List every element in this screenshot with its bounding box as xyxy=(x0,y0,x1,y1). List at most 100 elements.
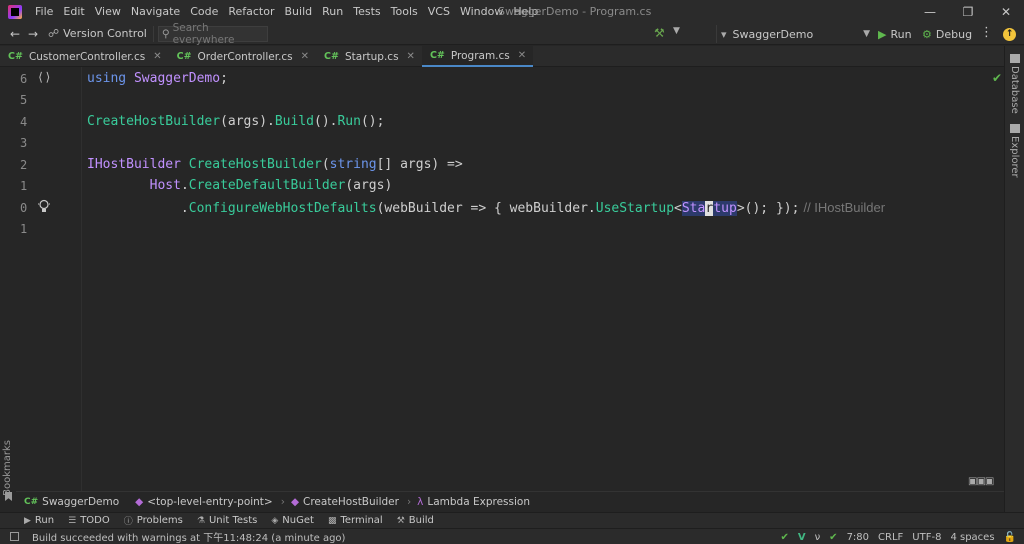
lambda-icon: λ xyxy=(417,495,424,508)
close-icon[interactable]: ✕ xyxy=(988,0,1024,23)
code-line: IHostBuilder CreateHostBuilder(string[] … xyxy=(87,157,463,172)
menu-tests[interactable]: Tests xyxy=(348,0,385,23)
line-number-gutter[interactable]: 6 5 4 3 2 1 0 1 xyxy=(0,67,82,491)
explorer-tool-tab[interactable]: Explorer xyxy=(1009,136,1020,178)
breadcrumb-item[interactable]: ◆ CreateHostBuilder › xyxy=(291,496,411,508)
caret-position[interactable]: 7:80 xyxy=(847,532,869,543)
database-icon xyxy=(1010,54,1020,63)
forward-arrow-icon[interactable]: → xyxy=(24,27,42,41)
config-icon: ▾ xyxy=(721,27,727,41)
namespace-fold-icon[interactable]: ⟨⟩ xyxy=(37,70,51,84)
close-tab-icon[interactable]: ✕ xyxy=(518,50,526,61)
status-bar: Build succeeded with warnings at 下午11:48… xyxy=(0,528,1024,544)
file-encoding[interactable]: UTF-8 xyxy=(912,532,941,543)
code-editor[interactable]: using SwaggerDemo; CreateHostBuilder(arg… xyxy=(83,67,1004,491)
status-message[interactable]: Build succeeded with warnings at 下午11:48… xyxy=(32,529,345,544)
menu-view[interactable]: View xyxy=(90,0,126,23)
tool-window-terminal[interactable]: ▩ Terminal xyxy=(328,515,383,526)
indent-setting[interactable]: 4 spaces xyxy=(950,532,994,543)
database-tool-tab[interactable]: Database xyxy=(1009,66,1020,114)
line-number: 6 xyxy=(20,72,28,86)
tool-window-todo[interactable]: ☰ TODO xyxy=(68,515,110,526)
tab-order-controller[interactable]: C# OrderController.cs ✕ xyxy=(169,46,316,67)
bug-icon: ⚙ xyxy=(922,27,932,41)
update-notification-icon[interactable]: ↑ xyxy=(1003,28,1016,41)
menu-build[interactable]: Build xyxy=(280,0,318,23)
config-label: SwaggerDemo xyxy=(732,27,814,41)
play-icon: ▶ xyxy=(878,27,887,41)
build-hammer-icon[interactable]: ⚒ xyxy=(654,26,665,40)
tab-label: CustomerController.cs xyxy=(28,50,146,63)
tab-customer-controller[interactable]: C# CustomerController.cs ✕ xyxy=(0,46,169,67)
nu-icon[interactable]: ν xyxy=(815,532,821,543)
tool-window-build[interactable]: ⚒ Build xyxy=(397,515,434,526)
search-everywhere-input[interactable]: ⚲ Search everywhere xyxy=(157,22,268,46)
menu-code[interactable]: Code xyxy=(185,0,223,23)
debug-button[interactable]: ⚙ Debug xyxy=(922,25,972,43)
version-control-button[interactable]: ☍ Version Control xyxy=(42,25,154,42)
line-number: 3 xyxy=(20,136,28,150)
close-tab-icon[interactable]: ✕ xyxy=(301,51,309,62)
line-number: 0 xyxy=(20,201,28,215)
menu-navigate[interactable]: Navigate xyxy=(126,0,185,23)
title-bar: File Edit View Navigate Code Refactor Bu… xyxy=(0,0,1024,23)
highlighted-symbol: Startup xyxy=(681,201,737,216)
lock-icon[interactable]: 🔓 xyxy=(1004,532,1016,543)
line-number: 1 xyxy=(20,222,28,236)
code-line: using SwaggerDemo; xyxy=(87,71,228,86)
play-icon: ▶ xyxy=(24,515,31,526)
no-problems-check-icon[interactable]: ✔ xyxy=(992,71,1002,85)
tool-window-unit-tests[interactable]: ⚗ Unit Tests xyxy=(197,515,258,526)
inspection-ok-icon[interactable]: ✔ xyxy=(780,532,788,543)
menu-tools[interactable]: Tools xyxy=(386,0,423,23)
breadcrumb-item[interactable]: C# SwaggerDemo xyxy=(24,496,119,508)
csharp-icon: C# xyxy=(8,51,23,62)
tool-windows-bar: ▶ Run ☰ TODO ⓘ Problems ⚗ Unit Tests ◈ NuGet … xyxy=(0,512,1024,528)
breadcrumb-label: CreateHostBuilder xyxy=(303,495,399,508)
breadcrumb-label: Lambda Expression xyxy=(427,495,530,508)
tool-window-problems[interactable]: ⓘ Problems xyxy=(124,514,183,527)
back-arrow-icon[interactable]: ← xyxy=(6,27,24,41)
run-button[interactable]: ▶ Run xyxy=(878,25,912,43)
vcs-status-icon[interactable]: ✔ xyxy=(829,532,837,543)
breadcrumb-item[interactable]: ◆ <top-level-entry-point> › xyxy=(135,496,285,508)
bookmarks-tool-tab[interactable]: Bookmarks xyxy=(2,440,13,496)
terminal-icon: ▩ xyxy=(327,515,337,526)
line-separator[interactable]: CRLF xyxy=(878,532,903,543)
folder-icon xyxy=(1010,124,1020,133)
menu-vcs[interactable]: VCS xyxy=(423,0,455,23)
more-options-icon[interactable]: ⋮ xyxy=(980,25,993,40)
structure-view-icon[interactable]: ▣▣▣ xyxy=(968,476,994,490)
debug-label: Debug xyxy=(935,27,973,41)
method-icon: ◆ xyxy=(290,495,300,508)
breadcrumb-item[interactable]: λ Lambda Expression xyxy=(417,496,530,508)
lightbulb-icon[interactable] xyxy=(38,199,50,215)
list-icon: ☰ xyxy=(68,515,77,526)
close-tab-icon[interactable]: ✕ xyxy=(407,51,415,62)
tool-window-nuget[interactable]: ◈ NuGet xyxy=(271,515,314,526)
menu-edit[interactable]: Edit xyxy=(58,0,89,23)
flask-icon: ⚗ xyxy=(196,515,205,526)
vue-icon[interactable]: V xyxy=(798,532,806,543)
vcs-label: Version Control xyxy=(63,27,147,40)
menu-run[interactable]: Run xyxy=(317,0,348,23)
tab-startup[interactable]: C# Startup.cs ✕ xyxy=(316,46,422,67)
tool-window-label: Unit Tests xyxy=(208,515,258,526)
right-tool-strip: Database Explorer xyxy=(1004,46,1024,512)
menu-refactor[interactable]: Refactor xyxy=(223,0,279,23)
restore-icon[interactable]: ❐ xyxy=(950,0,986,23)
close-tab-icon[interactable]: ✕ xyxy=(153,51,161,62)
chevron-down-icon[interactable]: ▼ xyxy=(673,26,680,36)
tool-window-label: TODO xyxy=(80,515,110,526)
tab-program[interactable]: C# Program.cs ✕ xyxy=(421,46,534,67)
minimize-icon[interactable]: — xyxy=(912,0,948,23)
tool-window-label: Problems xyxy=(136,515,183,526)
tool-window-run[interactable]: ▶ Run xyxy=(24,515,54,526)
status-widgets: ✔ V ν ✔ 7:80 CRLF UTF-8 4 spaces 🔓 xyxy=(780,529,1016,544)
tool-window-label: Terminal xyxy=(340,515,383,526)
bookmark-icon[interactable] xyxy=(5,492,12,501)
tool-windows-toggle-icon[interactable] xyxy=(10,532,19,541)
menu-file[interactable]: File xyxy=(30,0,58,23)
run-label: Run xyxy=(890,27,912,41)
run-configuration-select[interactable]: ▾ SwaggerDemo ▼ xyxy=(716,25,872,43)
